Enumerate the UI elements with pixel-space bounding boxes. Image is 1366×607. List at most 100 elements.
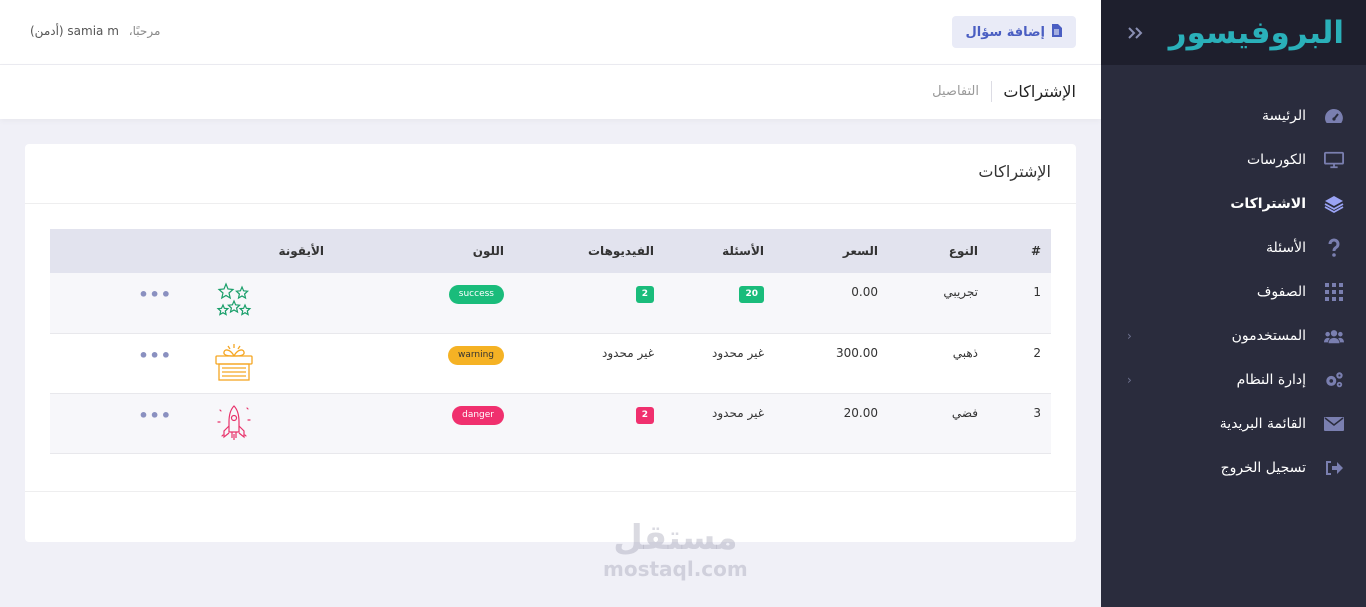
sidebar-item-subscriptions[interactable]: الاشتراكات bbox=[1101, 182, 1366, 226]
top-bar: إضافة سؤال مرحبًا، samia m (أدمن) bbox=[0, 0, 1101, 65]
cell-color: danger bbox=[334, 393, 514, 453]
col-num: # bbox=[1030, 244, 1041, 258]
sidebar-item-courses[interactable]: الكورسات bbox=[1101, 138, 1366, 182]
chevron-left-icon: ‹ bbox=[1127, 373, 1132, 387]
breadcrumb-sub: التفاصيل bbox=[932, 84, 979, 99]
add-question-button[interactable]: إضافة سؤال bbox=[951, 16, 1076, 48]
sidebar-item-label: تسجيل الخروج bbox=[1220, 460, 1306, 476]
dashboard-icon bbox=[1324, 106, 1344, 126]
color-pill: danger bbox=[452, 405, 504, 425]
col-icon: الأيقونة bbox=[278, 244, 325, 258]
grid-icon bbox=[1324, 282, 1344, 302]
sidebar-item-label: الصفوف bbox=[1256, 284, 1306, 300]
sidebar-item-label: الأسئلة bbox=[1266, 240, 1306, 256]
table-row: 3 فضي 20.00 غير محدود 2 danger ••• bbox=[50, 393, 1051, 453]
cell-questions: غير محدود bbox=[712, 405, 764, 420]
add-question-label: إضافة سؤال bbox=[965, 24, 1046, 40]
sidebar-item-label: الكورسات bbox=[1246, 152, 1306, 168]
col-type: النوع bbox=[948, 244, 978, 258]
videos-badge: 2 bbox=[635, 406, 654, 424]
cell-num: 1 bbox=[1033, 285, 1041, 299]
users-icon bbox=[1324, 326, 1344, 346]
col-actions bbox=[50, 229, 182, 273]
user-greeting[interactable]: مرحبًا، samia m (أدمن) bbox=[30, 24, 160, 38]
cell-num: 2 bbox=[1033, 345, 1041, 360]
table-header-row: # النوع السعر الأسئلة الفيديوهات اللون ا… bbox=[50, 229, 1051, 273]
cell-price: 20.00 bbox=[843, 405, 878, 420]
cell-questions: 20 bbox=[664, 273, 774, 333]
sidebar-item-label: القائمة البريدية bbox=[1219, 416, 1306, 432]
videos-badge: 2 bbox=[635, 286, 654, 303]
sidebar-item-label: الرئيسة bbox=[1262, 108, 1306, 124]
cell-actions: ••• bbox=[50, 333, 182, 393]
cell-icon bbox=[182, 393, 334, 453]
cell-videos: 2 bbox=[514, 393, 664, 453]
cell-icon bbox=[182, 273, 334, 333]
layers-icon bbox=[1324, 194, 1344, 214]
stars-icon bbox=[214, 281, 254, 324]
table-row: 2 ذهبي 300.00 غير محدود غير محدود warnin… bbox=[50, 333, 1051, 393]
sidebar-item-label: إدارة النظام bbox=[1236, 372, 1306, 388]
page-title: الإشتراكات bbox=[1003, 82, 1076, 101]
cell-actions: ••• bbox=[50, 393, 182, 453]
cell-type: فضي bbox=[951, 405, 978, 420]
cell-num: 3 bbox=[1033, 405, 1041, 420]
cell-icon bbox=[182, 333, 334, 393]
sidebar-item-system[interactable]: إدارة النظام ‹ bbox=[1101, 358, 1366, 402]
sign-out-icon bbox=[1324, 458, 1344, 478]
breadcrumb: الإشتراكات التفاصيل bbox=[0, 65, 1101, 119]
cell-price: 0.00 bbox=[851, 285, 878, 299]
card-header: الإشتراكات bbox=[25, 144, 1076, 204]
cell-actions: ••• bbox=[50, 273, 182, 333]
sidebar-item-users[interactable]: المستخدمون ‹ bbox=[1101, 314, 1366, 358]
envelope-icon bbox=[1324, 414, 1344, 434]
sidebar: البروفيسور الرئيسة الكورسات الاشتراكات ا… bbox=[1101, 0, 1366, 607]
rocket-icon bbox=[214, 402, 254, 445]
cell-videos: 2 bbox=[514, 273, 664, 333]
cell-type: ذهبي bbox=[952, 345, 978, 360]
sidebar-item-label: المستخدمون bbox=[1231, 328, 1306, 344]
color-pill: warning bbox=[447, 345, 504, 365]
watermark-en: mostaql.com bbox=[603, 557, 748, 581]
table-row: 1 تجريبي 0.00 20 2 success ••• bbox=[50, 273, 1051, 333]
col-videos: الفيديوهات bbox=[588, 244, 654, 258]
sidebar-header: البروفيسور bbox=[1101, 0, 1366, 65]
question-icon bbox=[1324, 238, 1344, 258]
sidebar-nav: الرئيسة الكورسات الاشتراكات الأسئلة الصف… bbox=[1101, 65, 1366, 490]
gift-box-icon bbox=[214, 342, 254, 385]
breadcrumb-divider bbox=[991, 81, 992, 102]
watermark-ar: مستقل bbox=[613, 518, 738, 558]
cell-type: تجريبي bbox=[943, 285, 978, 299]
greeting-text: مرحبًا، bbox=[128, 24, 161, 38]
col-price: السعر bbox=[842, 244, 878, 258]
sidebar-item-classes[interactable]: الصفوف bbox=[1101, 270, 1366, 314]
sidebar-item-questions[interactable]: الأسئلة bbox=[1101, 226, 1366, 270]
cell-questions: غير محدود bbox=[712, 345, 764, 360]
cell-videos: غير محدود bbox=[602, 345, 654, 360]
row-actions-button[interactable]: ••• bbox=[138, 346, 172, 365]
cogs-icon bbox=[1324, 370, 1344, 390]
user-name: samia m (أدمن) bbox=[30, 24, 119, 38]
sidebar-item-mailing[interactable]: القائمة البريدية bbox=[1101, 402, 1366, 446]
cell-price: 300.00 bbox=[836, 345, 878, 360]
subscriptions-table: # النوع السعر الأسئلة الفيديوهات اللون ا… bbox=[50, 229, 1051, 454]
card-footer bbox=[25, 491, 1076, 492]
cell-color: success bbox=[334, 273, 514, 333]
sidebar-item-label: الاشتراكات bbox=[1230, 196, 1306, 212]
questions-badge: 20 bbox=[739, 286, 764, 303]
file-icon bbox=[1051, 23, 1062, 41]
monitor-icon bbox=[1324, 150, 1344, 170]
sidebar-item-home[interactable]: الرئيسة bbox=[1101, 94, 1366, 138]
card-title: الإشتراكات bbox=[978, 162, 1051, 181]
chevron-left-icon: ‹ bbox=[1127, 329, 1132, 343]
col-color: اللون bbox=[472, 244, 504, 258]
double-chevron-right-icon[interactable] bbox=[1127, 21, 1143, 45]
subscriptions-card: الإشتراكات # النوع السعر الأسئلة الفيديو… bbox=[25, 144, 1076, 542]
row-actions-button[interactable]: ••• bbox=[138, 285, 172, 304]
cell-color: warning bbox=[334, 333, 514, 393]
row-actions-button[interactable]: ••• bbox=[138, 406, 172, 425]
sidebar-item-logout[interactable]: تسجيل الخروج bbox=[1101, 446, 1366, 490]
color-pill: success bbox=[448, 285, 504, 304]
watermark: مستقل mostaql.com bbox=[603, 518, 748, 580]
brand-logo[interactable]: البروفيسور bbox=[1169, 15, 1344, 51]
